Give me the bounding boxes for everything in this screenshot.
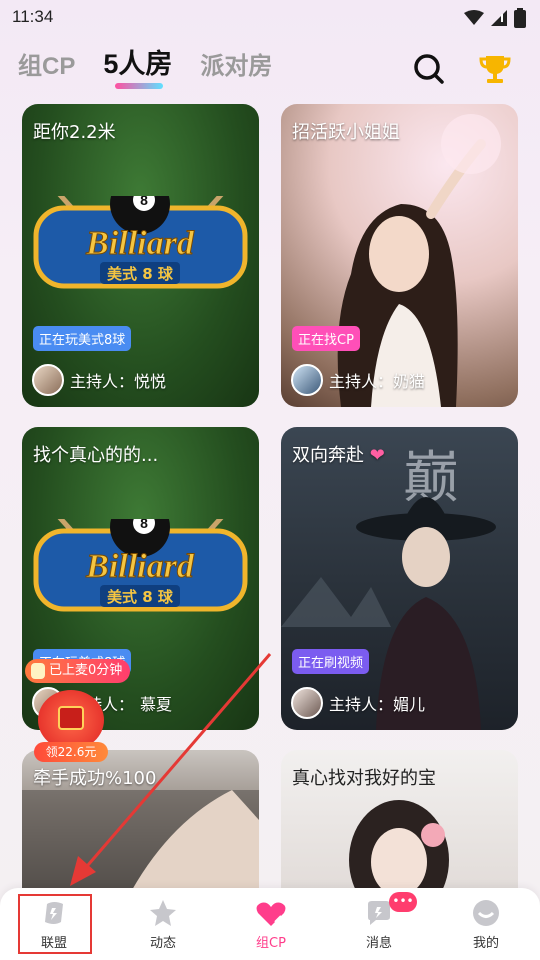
room-title: 真心找对我好的宝: [292, 768, 436, 789]
active-tab-indicator: [115, 83, 164, 89]
host-label: 主持人：奶猫: [329, 372, 426, 391]
svg-text:8: 8: [140, 196, 148, 208]
host-avatar: [291, 687, 323, 719]
room-status-tag: 正在玩美式8球: [33, 326, 132, 351]
nav-label: 我的: [472, 936, 499, 951]
wifi-icon: [464, 10, 484, 25]
trophy-icon[interactable]: [478, 52, 512, 86]
billiard-game-logo: 8 Billiard 美式 8 球: [33, 519, 248, 612]
heart-emoji-icon: ❤: [369, 445, 385, 466]
room-tabs: 组CP 5人房 派对房: [18, 42, 272, 89]
nav-label: 消息: [365, 936, 392, 951]
status-bar: 11:34: [0, 0, 540, 36]
nav-item-profile[interactable]: 我的: [446, 898, 526, 951]
room-host: 主持人：悦悦: [32, 364, 166, 396]
nav-label: 动态: [149, 936, 176, 951]
room-card[interactable]: 巅 双向奔赴 ❤ 正在刷视频 主持人：媚儿: [281, 427, 518, 730]
battery-icon: [514, 8, 526, 28]
billiard-game-logo: 8 Billiard 美式 8 球: [33, 196, 248, 289]
room-title: 双向奔赴 ❤: [292, 441, 385, 467]
room-card[interactable]: 真心找对我好的宝: [281, 750, 518, 890]
hearts-icon: [256, 902, 286, 926]
room-cover-image: 巅: [281, 446, 496, 730]
tab-party-room[interactable]: 派对房: [200, 46, 272, 81]
room-title: 招活跃小姐姐: [292, 122, 400, 143]
host-avatar: [32, 364, 64, 396]
host-avatar: [291, 364, 323, 396]
tab-group-cp[interactable]: 组CP: [18, 46, 75, 81]
mic-icon: [31, 663, 45, 679]
tab-five-person-room[interactable]: 5人房: [103, 42, 173, 89]
status-time: 11:34: [12, 7, 54, 26]
logo-subtext: 美式 8 球: [107, 265, 174, 283]
room-cover-image: [337, 114, 501, 407]
host-label: 主持人：媚儿: [329, 695, 426, 714]
annotation-highlight-box: [18, 894, 92, 954]
unread-badge: •••: [389, 892, 417, 912]
star-icon: [150, 900, 176, 926]
nav-item-group-cp[interactable]: 组CP: [231, 898, 311, 951]
room-card[interactable]: 8 Billiard 美式 8 球 距你2.2米 正在玩美式8球 主持人：悦悦: [22, 104, 259, 407]
room-status-tag: 正在找CP: [292, 326, 360, 351]
room-title-text: 双向奔赴: [292, 445, 364, 466]
room-host: 主持人：媚儿: [291, 687, 425, 719]
room-title: 距你2.2米: [33, 122, 116, 143]
profile-icon: [473, 900, 499, 926]
signal-icon: [491, 10, 507, 26]
tab-five-person-room-label: 5人房: [103, 49, 173, 79]
room-status-tag: 正在刷视频: [292, 649, 370, 674]
room-card[interactable]: 招活跃小姐姐 正在找CP 主持人：奶猫: [281, 104, 518, 407]
room-title: 找个真心的的...: [33, 445, 159, 466]
logo-text: Billiard: [85, 548, 195, 585]
search-icon[interactable]: [412, 52, 446, 86]
logo-text: Billiard: [85, 225, 195, 262]
room-host: 主持人：奶猫: [291, 364, 425, 396]
annotation-arrow: [70, 653, 272, 886]
nav-label: 组CP: [256, 936, 286, 951]
nav-item-feed[interactable]: 动态: [123, 898, 203, 951]
logo-subtext: 美式 8 球: [107, 588, 174, 606]
svg-text:8: 8: [140, 519, 148, 531]
host-label: 主持人：悦悦: [70, 372, 167, 391]
nav-item-messages[interactable]: 消息 •••: [339, 892, 419, 951]
status-icons: [464, 8, 526, 28]
